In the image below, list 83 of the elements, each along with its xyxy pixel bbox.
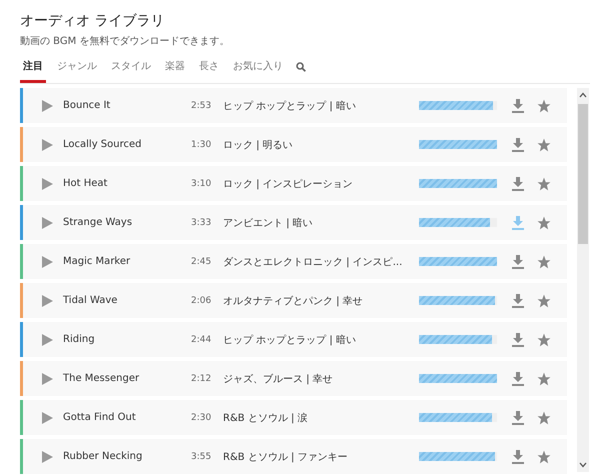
track-row[interactable]: Strange Ways 3:33 アンビエント | 暗い [20, 205, 567, 240]
play-icon[interactable] [42, 138, 53, 150]
play-icon[interactable] [42, 334, 53, 346]
play-icon[interactable] [42, 256, 53, 268]
track-genre: アンビエント | 暗い [223, 216, 314, 230]
track-title: Strange Ways [63, 217, 134, 228]
play-icon[interactable] [42, 216, 53, 228]
track-genre: ロック | 明るい [223, 138, 294, 152]
track-row[interactable]: Magic Marker 2:45 ダンスとエレクトロニック | インスピ... [20, 244, 567, 279]
track-duration: 3:10 [191, 178, 212, 188]
track-genre: ヒップ ホップとラップ | 暗い [223, 334, 357, 346]
download-icon[interactable] [512, 98, 524, 112]
page-subtitle: 動画の BGM を無料でダウンロードできます。 [20, 34, 230, 48]
scroll-thumb[interactable] [578, 104, 588, 244]
tab[interactable]: 注目 [20, 57, 46, 83]
track-genre: ダンスとエレクトロニック | インスピ... [223, 256, 404, 268]
search-icon[interactable] [296, 62, 306, 72]
track-duration: 2:12 [191, 374, 212, 384]
track-title: Bounce It [63, 100, 112, 111]
play-icon[interactable] [42, 100, 53, 112]
play-icon[interactable] [42, 294, 53, 306]
track-row[interactable]: Gotta Find Out 2:30 R&B とソウル | 涙 [20, 400, 567, 435]
play-icon[interactable] [42, 412, 53, 424]
track-title: The Messenger [63, 373, 140, 384]
play-icon[interactable] [42, 372, 53, 384]
download-icon[interactable] [512, 332, 524, 346]
scrollbar[interactable] [577, 88, 589, 472]
scroll-up-icon[interactable] [579, 92, 587, 98]
track-genre: ジャズ、ブルース | 幸せ [223, 372, 334, 386]
track-duration: 2:45 [191, 256, 212, 266]
track-genre: オルタナティブとパンク | 幸せ [223, 294, 364, 308]
track-duration: 2:06 [191, 296, 212, 306]
track-row[interactable]: Tidal Wave 2:06 オルタナティブとパンク | 幸せ [20, 283, 567, 318]
star-icon[interactable] [537, 138, 551, 152]
star-icon[interactable] [537, 216, 551, 230]
track-row[interactable]: Bounce It 2:53 ヒップ ホップとラップ | 暗い [20, 88, 567, 123]
track-title: Magic Marker [63, 256, 132, 267]
track-title: Tidal Wave [63, 295, 118, 306]
tab[interactable]: 楽器 [162, 57, 188, 83]
tab[interactable]: お気に入り [230, 57, 286, 83]
track-row[interactable]: Locally Sourced 1:30 ロック | 明るい [20, 127, 567, 162]
tab[interactable]: ジャンル [54, 57, 100, 83]
download-icon[interactable] [512, 294, 524, 308]
track-row[interactable]: Riding 2:44 ヒップ ホップとラップ | 暗い [20, 322, 567, 357]
star-icon[interactable] [537, 254, 551, 268]
play-icon[interactable] [42, 178, 53, 190]
play-icon[interactable] [42, 450, 53, 462]
star-icon[interactable] [537, 176, 551, 190]
page-title: オーディオ ライブラリ [20, 12, 166, 30]
track-genre: ヒップ ホップとラップ | 暗い [223, 100, 357, 112]
track-row[interactable]: The Messenger 2:12 ジャズ、ブルース | 幸せ [20, 361, 567, 396]
track-duration: 2:44 [191, 334, 212, 344]
track-duration: 3:33 [191, 218, 212, 228]
track-title: Locally Sourced [63, 139, 142, 150]
tab[interactable]: スタイル [108, 57, 154, 83]
scroll-down-icon[interactable] [579, 462, 587, 468]
download-icon[interactable] [512, 410, 524, 424]
track-title: Gotta Find Out [63, 412, 137, 423]
track-duration: 2:53 [191, 100, 212, 110]
track-genre: R&B とソウル | 涙 [223, 412, 309, 424]
tab[interactable]: 長さ [196, 57, 222, 83]
track-duration: 3:55 [191, 452, 212, 462]
track-duration: 1:30 [191, 140, 212, 150]
track-title: Rubber Necking [63, 451, 144, 462]
download-icon[interactable] [512, 216, 524, 230]
download-icon[interactable] [512, 450, 524, 464]
track-genre: R&B とソウル | ファンキー [223, 450, 349, 464]
download-icon[interactable] [512, 254, 524, 268]
track-duration: 2:30 [191, 412, 212, 422]
star-icon[interactable] [537, 98, 551, 112]
star-icon[interactable] [537, 294, 551, 308]
download-icon[interactable] [512, 372, 524, 386]
track-title: Riding [63, 334, 96, 345]
download-icon[interactable] [512, 176, 524, 190]
track-genre: ロック | インスピレーション [223, 178, 354, 190]
track-title: Hot Heat [63, 178, 108, 189]
star-icon[interactable] [537, 372, 551, 386]
star-icon[interactable] [537, 450, 551, 464]
star-icon[interactable] [537, 410, 551, 424]
track-row[interactable]: Hot Heat 3:10 ロック | インスピレーション [20, 166, 567, 201]
track-row[interactable]: Rubber Necking 3:55 R&B とソウル | ファンキー [20, 439, 567, 474]
download-icon[interactable] [512, 138, 524, 152]
star-icon[interactable] [537, 332, 551, 346]
